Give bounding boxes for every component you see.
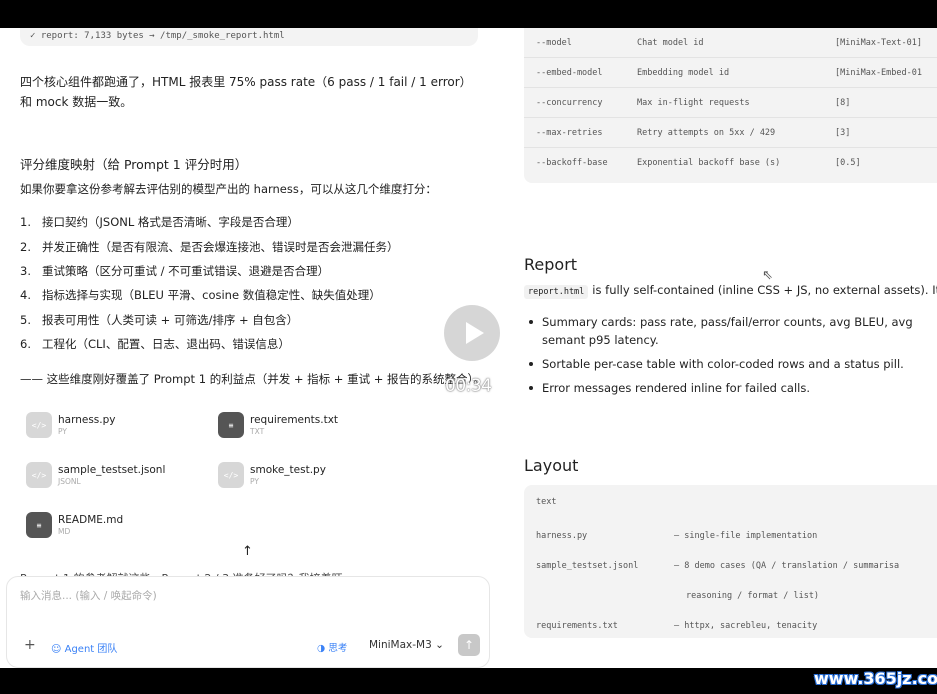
section-intro: 如果你要拿这份参考解去评估别的模型产出的 harness，可以从这几个维度打分：: [20, 182, 437, 196]
layout-desc: reasoning / format / list): [686, 591, 820, 601]
layout-code-block: text harness.py — single-file implementa…: [524, 485, 937, 638]
code-file-icon: </>: [26, 412, 52, 438]
scroll-to-top-icon[interactable]: ↑: [242, 544, 253, 559]
table-row: --backoff-base Exponential backoff base (…: [536, 158, 861, 168]
table-row: --max-retries Retry attempts on 5xx / 429…: [524, 118, 937, 148]
closing-line: —— 这些维度刚好覆盖了 Prompt 1 的利益点（并发 + 指标 + 重试 …: [20, 372, 485, 386]
layout-heading: Layout: [524, 456, 579, 475]
layout-desc: — httpx, sacrebleu, tenacity: [674, 621, 818, 631]
code-lang-label: text: [536, 497, 557, 507]
cli-options-table: --model Chat model id [MiniMax-Text-01] --…: [524, 28, 937, 183]
file-smoke-test-py[interactable]: </> smoke_test.py PY: [218, 462, 326, 488]
text-file-icon: ≡: [26, 512, 52, 538]
layout-file: requirements.txt: [536, 621, 618, 631]
list-item: 2. 并发正确性（是否有限流、是否会爆连接池、错误时是否会泄漏任务）: [20, 239, 399, 254]
bottom-letterbox: [0, 668, 937, 694]
code-file-icon: </>: [26, 462, 52, 488]
code-output-block: ✓ report: 7,133 bytes → /tmp/_smoke_repo…: [20, 28, 478, 46]
layout-file: sample_testset.jsonl: [536, 561, 639, 571]
chat-pane: ✓ report: 7,133 bytes → /tmp/_smoke_repo…: [0, 28, 505, 668]
screen: ✓ report: 7,133 bytes → /tmp/_smoke_repo…: [0, 0, 937, 694]
table-row: --model Chat model id [MiniMax-Text-01]: [524, 28, 937, 58]
file-requirements-txt[interactable]: ≡ requirements.txt TXT: [218, 412, 338, 438]
criteria-list: 1. 接口契约（JSONL 格式是否清晰、字段是否合理） 2. 并发正确性（是否有限…: [20, 210, 490, 356]
agent-icon: ☺: [51, 644, 65, 655]
top-letterbox: [0, 0, 937, 28]
list-item: 6. 工程化（CLI、配置、日志、退出码、错误信息）: [20, 337, 290, 352]
file-harness-py[interactable]: </> harness.py PY: [26, 412, 116, 438]
code-output-line: ✓ report: 7,133 bytes → /tmp/_smoke_repo…: [30, 31, 285, 41]
inline-code: report.html: [524, 285, 589, 299]
video-timer: 00:34: [445, 376, 492, 396]
message-input[interactable]: 输入消息... (输入 / 唤起命令): [20, 588, 157, 603]
agent-team-button[interactable]: ☺ Agent 团队: [51, 640, 117, 655]
play-button[interactable]: [444, 305, 500, 361]
text-file-icon: ≡: [218, 412, 244, 438]
list-item: Error messages rendered inline for faile…: [529, 379, 937, 397]
arrow-up-icon: ↑: [463, 638, 475, 652]
summary-paragraph: 四个核心组件都跑通了，HTML 报表里 75% pass rate（6 pass…: [20, 75, 472, 109]
send-button[interactable]: ↑: [458, 634, 480, 656]
table-row: --embed-model Embedding model id [MiniMax-…: [524, 58, 937, 88]
file-readme-md[interactable]: ≡ README.md MD: [26, 512, 123, 538]
layout-desc: — 8 demo cases (QA / translation / summa…: [674, 561, 900, 571]
list-item: Sortable per-case table with color-coded…: [529, 355, 937, 373]
file-sample-testset-jsonl[interactable]: </> sample_testset.jsonl JSONL: [26, 462, 165, 488]
think-toggle[interactable]: ◑ 思考: [317, 640, 347, 654]
report-paragraph: report.html is fully self-contained (inli…: [524, 283, 937, 299]
list-item: 3. 重试策略（区分可重试 / 不可重试错误、退避是否合理）: [20, 263, 330, 278]
list-item: 4. 指标选择与实现（BLEU 平滑、cosine 数值稳定性、缺失值处理）: [20, 288, 381, 303]
message-composer[interactable]: 输入消息... (输入 / 唤起命令) + ☺ Agent 团队 ◑ 思考 Mi…: [6, 576, 490, 668]
mouse-cursor-icon: ⇖: [762, 268, 773, 283]
table-row: --concurrency Max in-flight requests [8]: [524, 88, 937, 118]
code-file-icon: </>: [218, 462, 244, 488]
layout-file: harness.py: [536, 531, 588, 541]
layout-desc: — single-file implementation: [674, 531, 818, 541]
list-item: 5. 报表可用性（人类可读 + 可筛选/排序 + 自包含）: [20, 312, 299, 327]
report-heading: Report: [524, 255, 578, 274]
document-pane: --model Chat model id [MiniMax-Text-01] --…: [505, 28, 937, 668]
think-icon: ◑: [317, 643, 329, 654]
list-item: 1. 接口契约（JSONL 格式是否清晰、字段是否合理）: [20, 215, 299, 230]
add-attachment-icon[interactable]: +: [24, 637, 36, 653]
watermark: www.365jz.com: [814, 669, 937, 688]
list-item: Summary cards: pass rate, pass/fail/erro…: [529, 313, 937, 349]
model-select[interactable]: MiniMax-M3 ⌄: [369, 639, 444, 651]
section-title: 评分维度映射（给 Prompt 1 评分时用）: [20, 157, 248, 172]
play-icon: [465, 322, 484, 344]
